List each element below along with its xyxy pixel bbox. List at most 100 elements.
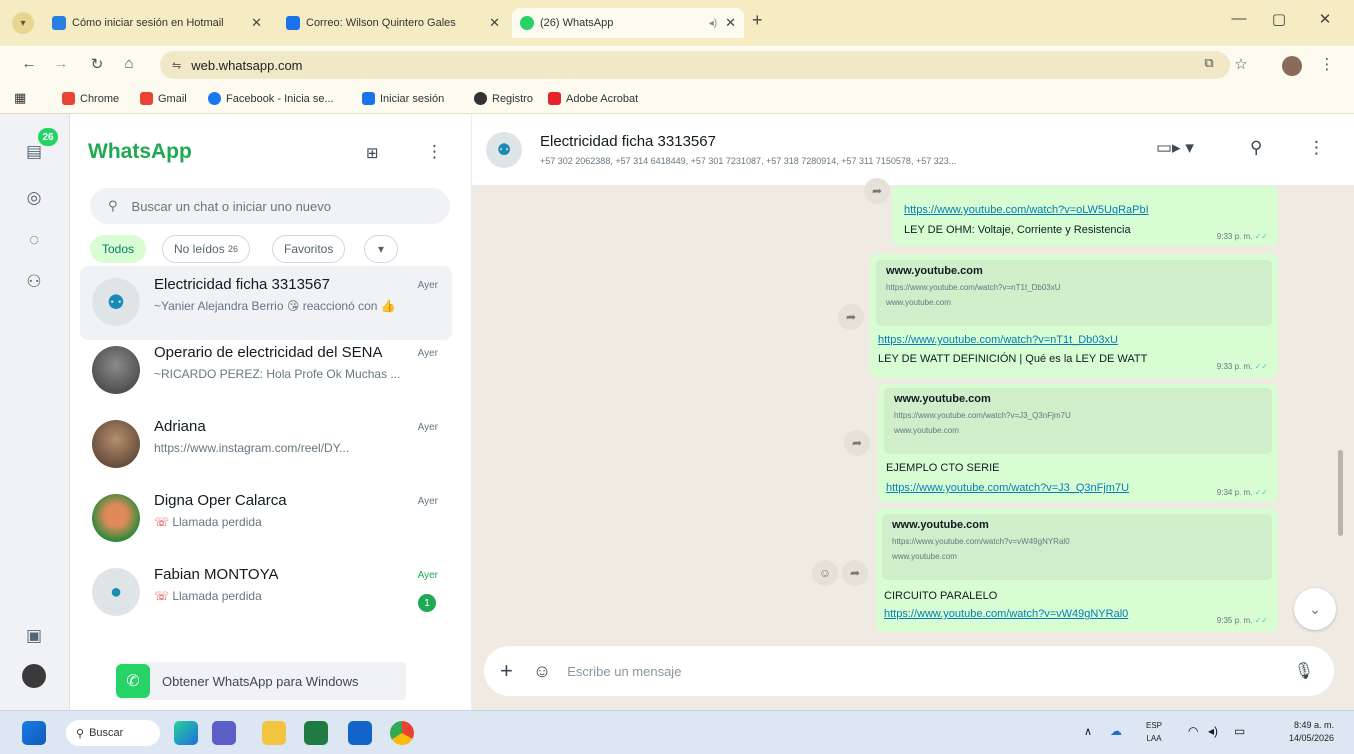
link-preview[interactable]: www.youtube.com https://www.youtube.com/… [876,260,1272,326]
media-icon[interactable]: ▣ [22,624,46,648]
link-preview[interactable]: www.youtube.com https://www.youtube.com/… [882,514,1272,580]
bookmark-iniciar-sesion[interactable]: Iniciar sesión [362,92,444,105]
tab-search-button[interactable]: ▾ [12,12,34,34]
status-icon[interactable]: ◎ [22,186,46,210]
forward-icon[interactable]: ➦ [838,304,864,330]
restore-button[interactable]: ▢ [1264,10,1294,28]
microphone-icon[interactable]: 🎙 [1294,661,1314,681]
attach-plus-icon[interactable]: + [500,658,513,684]
filter-all[interactable]: Todos [90,235,147,263]
chat-item[interactable]: Operario de electricidad del SENA Ayer ~… [80,334,452,408]
bookmark-chrome[interactable]: Chrome [62,92,119,105]
menu-icon[interactable]: ⋮ [1308,138,1325,158]
taskbar-search[interactable]: ⚲ Buscar [66,720,160,746]
chat-item[interactable]: Adriana Ayer https://www.instagram.com/r… [80,408,452,482]
message-bubble[interactable]: https://www.youtube.com/watch?v=oLW5UqRa… [892,186,1278,246]
outlook-icon [362,92,375,105]
speaker-icon[interactable]: ◂) [709,18,717,29]
forward-icon[interactable]: ➦ [844,430,870,456]
chat-item[interactable]: ● Fabian MONTOYA Ayer ☏ Llamada perdida … [80,556,452,630]
tab-correo[interactable]: Correo: Wilson Quintero Gales ✕ [278,8,508,38]
chat-time: Ayer [417,570,438,581]
link-preview[interactable]: www.youtube.com https://www.youtube.com/… [884,388,1272,454]
message-link[interactable]: https://www.youtube.com/watch?v=vW49gNYR… [884,608,1128,620]
chat-name: Digna Oper Calarca [154,492,287,509]
file-explorer-icon[interactable] [262,721,286,745]
filter-unread[interactable]: No leídos 26 [162,235,251,263]
onedrive-icon[interactable]: ☁ [1110,724,1122,738]
close-window-button[interactable]: ✕ [1310,10,1340,28]
forward-icon[interactable]: ➦ [842,560,868,586]
teams-icon[interactable] [212,721,236,745]
bookmark-label: Chrome [80,92,120,105]
chat-time: Ayer [417,348,438,359]
new-tab-button[interactable]: + [752,10,763,31]
new-chat-icon[interactable]: ⊞ [366,144,379,162]
chat-scrollbar[interactable] [1338,450,1343,536]
filter-count: 26 [228,244,239,254]
wifi-icon[interactable]: ◠ [1188,724,1198,738]
windows-start-icon[interactable] [22,721,46,745]
tab-title: (26) WhatsApp [540,17,614,29]
message-link[interactable]: https://www.youtube.com/watch?v=J3_Q3nFj… [886,482,1129,494]
install-app-icon[interactable]: ⧉ [1198,55,1220,71]
channels-icon[interactable]: ◌ [22,228,46,252]
tab-hotmail[interactable]: Cómo iniciar sesión en Hotmail ✕ [44,8,270,38]
battery-icon[interactable]: ▭ [1234,724,1245,738]
search-icon[interactable]: ⚲ [1250,138,1262,158]
minimize-button[interactable]: — [1224,10,1254,27]
bookmark-facebook[interactable]: Facebook - Inicia se... [208,92,334,105]
address-bar[interactable]: ⇋ web.whatsapp.com [160,51,1230,79]
message-composer[interactable]: + ☺ Escribe un mensaje 🎙 [484,646,1334,696]
message-link[interactable]: https://www.youtube.com/watch?v=nT1t_Db0… [878,334,1118,346]
communities-icon[interactable]: ⚇ [22,270,46,294]
close-tab-icon[interactable]: ✕ [251,15,262,31]
emoji-react-icon[interactable]: ☺ [812,560,838,586]
home-icon[interactable]: ⌂ [118,55,140,72]
profile-avatar[interactable] [22,664,46,688]
filter-more[interactable]: ▾ [364,235,398,263]
back-icon[interactable]: ← [18,55,40,72]
message-bubble[interactable]: www.youtube.com https://www.youtube.com/… [876,508,1278,632]
get-windows-app-banner[interactable]: ✆ Obtener WhatsApp para Windows [116,662,406,700]
message-bubble[interactable]: www.youtube.com https://www.youtube.com/… [870,254,1278,378]
message-link[interactable]: https://www.youtube.com/watch?v=oLW5UqRa… [904,204,1149,216]
forward-icon[interactable]: → [50,55,72,72]
volume-icon[interactable]: ◂) [1208,724,1218,738]
tab-whatsapp[interactable]: (26) WhatsApp ◂) ✕ [512,8,744,38]
whatsapp-nav-rail: ▤ 26 ◎ ◌ ⚇ ▣ [0,114,70,710]
close-tab-icon[interactable]: ✕ [725,15,736,31]
chat-time: Ayer [417,280,438,291]
forward-icon[interactable]: ➦ [864,178,890,204]
bookmark-registro[interactable]: Registro [474,92,533,105]
browser-menu-icon[interactable]: ⋮ [1316,55,1338,73]
bookmark-star-icon[interactable]: ☆ [1230,55,1252,73]
scroll-down-button[interactable]: ⌄ [1294,588,1336,630]
sticker-icon[interactable]: ☺ [533,661,551,682]
excel-icon[interactable] [304,721,328,745]
copilot-icon[interactable] [174,721,198,745]
tray-chevron-icon[interactable]: ∧ [1084,725,1092,738]
filter-favorites[interactable]: Favoritos [272,235,346,263]
chat-item[interactable]: Digna Oper Calarca Ayer ☏ Llamada perdid… [80,482,452,556]
clock[interactable]: 8:49 a. m. 14/05/2026 [1268,719,1334,745]
bookmark-adobe[interactable]: Adobe Acrobat [548,92,638,105]
apps-grid-icon[interactable]: ▦ [14,90,26,106]
site-info-icon[interactable]: ⇋ [172,59,181,72]
reload-icon[interactable]: ↻ [86,55,108,73]
outlook-icon[interactable] [348,721,372,745]
chrome-icon[interactable] [390,721,414,745]
chat-item[interactable]: ⚉ Electricidad ficha 3313567 Ayer ~Yanie… [80,266,452,340]
profile-avatar[interactable] [1282,56,1302,76]
chat-header[interactable]: ⚉ Electricidad ficha 3313567 +57 302 206… [472,114,1354,186]
app-title: WhatsApp [88,140,192,163]
message-bubble[interactable]: www.youtube.com https://www.youtube.com/… [878,384,1278,502]
close-tab-icon[interactable]: ✕ [489,15,500,31]
bookmark-gmail[interactable]: Gmail [140,92,187,105]
message-time: 9:35 p. m. ✓✓ [1217,616,1268,625]
language-indicator[interactable]: ESP LAA [1146,719,1162,745]
search-input[interactable]: ⚲ Buscar un chat o iniciar uno nuevo [90,188,450,224]
message-input[interactable]: Escribe un mensaje [567,664,681,679]
video-call-icon[interactable]: ▭▸ ▾ [1156,138,1194,158]
menu-icon[interactable]: ⋮ [426,142,443,162]
